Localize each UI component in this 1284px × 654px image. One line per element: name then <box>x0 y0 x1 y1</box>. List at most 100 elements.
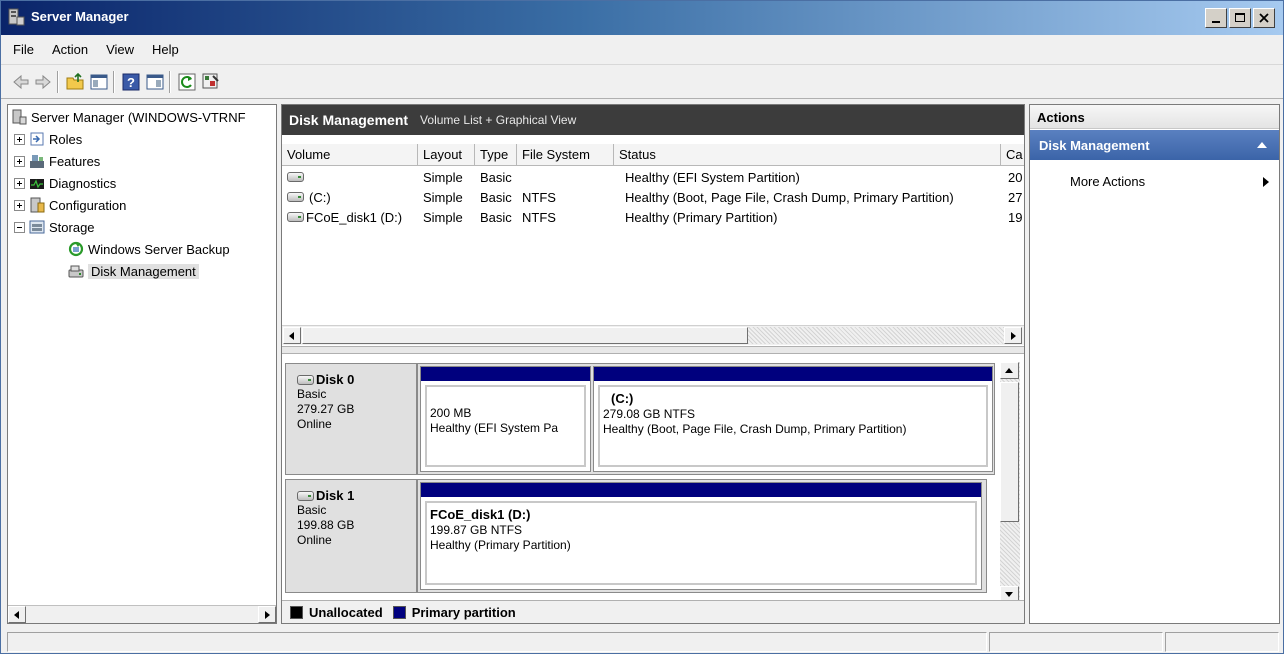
menu-view[interactable]: View <box>106 42 134 57</box>
scroll-left-button[interactable] <box>8 606 26 623</box>
scroll-right-icon <box>1011 332 1016 340</box>
graphical-view: Disk 0 Basic 279.27 GB Online 200 MB Hea… <box>282 354 1024 598</box>
expand-icon[interactable] <box>14 155 25 167</box>
status-cell: Healthy (EFI System Partition) <box>625 169 800 185</box>
volume-name: (C:) <box>309 189 331 205</box>
refresh-icon[interactable] <box>177 72 197 92</box>
center-title: Disk Management <box>289 112 409 128</box>
center-pane: Disk Management Volume List + Graphical … <box>281 104 1025 624</box>
pane-splitter[interactable] <box>282 346 1024 354</box>
menu-file[interactable]: File <box>13 42 34 57</box>
fs-cell: NTFS <box>522 189 556 205</box>
scroll-right-button[interactable] <box>258 606 276 623</box>
volume-cell[interactable]: (C:) <box>287 187 415 207</box>
scroll-thumb[interactable] <box>1000 382 1019 522</box>
column-header-volume[interactable]: Volume <box>282 144 418 166</box>
volume-cell[interactable]: FCoE_disk1 (D:) <box>287 207 418 227</box>
minimize-button[interactable] <box>1205 8 1227 28</box>
disk-0-label[interactable]: Disk 0 Basic 279.27 GB Online <box>285 363 417 475</box>
toolbar-separator <box>113 71 115 93</box>
layout-cell: Simple <box>423 189 463 205</box>
column-header-type[interactable]: Type <box>475 144 517 166</box>
status-bar <box>7 632 1279 652</box>
scroll-track[interactable] <box>748 327 1004 344</box>
column-header-capacity[interactable]: Ca <box>1001 144 1024 166</box>
disk-name-text: Disk 0 <box>316 372 355 387</box>
disk-name-text: Disk 1 <box>316 488 355 503</box>
type-cell: Basic <box>480 189 512 205</box>
partition-name: FCoE_disk1 (D:) <box>430 507 531 522</box>
tree-item-windows-server-backup[interactable]: Windows Server Backup <box>68 239 230 259</box>
actions-section-label: Disk Management <box>1039 138 1150 153</box>
expand-icon[interactable] <box>14 177 25 189</box>
partition-c[interactable]: (C:) 279.08 GB NTFS Healthy (Boot, Page … <box>593 366 993 472</box>
partition-efi[interactable]: 200 MB Healthy (EFI System Pa <box>420 366 591 472</box>
disk-state: Online <box>297 417 332 431</box>
status-panel <box>7 632 987 652</box>
more-actions-item[interactable]: More Actions <box>1030 171 1279 193</box>
layout-cell: Simple <box>423 169 463 185</box>
collapse-icon[interactable] <box>14 221 25 233</box>
volume-list: Volume Layout Type File System Status Ca… <box>282 135 1024 353</box>
expand-icon[interactable] <box>14 133 25 145</box>
tree-item-label: Configuration <box>49 197 127 213</box>
forward-arrow-icon[interactable] <box>33 72 53 92</box>
menu-help[interactable]: Help <box>152 42 179 57</box>
tree-item-features[interactable]: Features <box>14 151 100 171</box>
column-header-status[interactable]: Status <box>614 144 1001 166</box>
show-action-pane-icon[interactable] <box>145 72 165 92</box>
disk-size: 199.88 GB <box>297 518 355 532</box>
tree-item-storage[interactable]: Storage <box>14 217 95 237</box>
drive-icon <box>287 172 304 182</box>
actions-section-disk-management[interactable]: Disk Management <box>1030 130 1279 160</box>
tree-item-diagnostics[interactable]: Diagnostics <box>14 173 116 193</box>
fs-cell <box>522 167 612 187</box>
scroll-up-icon <box>1005 368 1013 373</box>
tree-item-label: Features <box>49 153 101 169</box>
volume-name: FCoE_disk1 (D:) <box>306 209 403 225</box>
partition-details: 200 MB Healthy (EFI System Pa <box>425 385 586 467</box>
show-hide-tree-icon[interactable] <box>89 72 109 92</box>
actions-header: Actions <box>1030 105 1279 129</box>
expand-icon[interactable] <box>14 199 25 211</box>
scroll-left-button[interactable] <box>283 327 301 344</box>
menu-bar: File Action View Help <box>1 35 1283 65</box>
partition-d[interactable]: FCoE_disk1 (D:) 199.87 GB NTFS Healthy (… <box>420 482 982 590</box>
tree-item-label: Diagnostics <box>49 175 117 191</box>
properties-icon[interactable] <box>201 72 221 92</box>
scroll-right-button[interactable] <box>1004 327 1022 344</box>
column-header-file-system[interactable]: File System <box>517 144 614 166</box>
toolbar: ? <box>1 65 1283 99</box>
tree-item-roles[interactable]: Roles <box>14 129 82 149</box>
volume-cell[interactable] <box>287 167 415 187</box>
back-arrow-icon[interactable] <box>11 72 31 92</box>
tree-item-disk-management[interactable]: Disk Management <box>68 261 199 281</box>
server-manager-icon <box>12 109 27 125</box>
tree-item-label: Roles <box>49 131 83 147</box>
partition-size: 279.08 GB NTFS <box>603 407 696 421</box>
menu-action[interactable]: Action <box>52 42 88 57</box>
graphical-view-vertical-scrollbar[interactable] <box>1000 362 1020 603</box>
server-manager-icon <box>8 8 25 26</box>
disk-1-label[interactable]: Disk 1 Basic 199.88 GB Online <box>285 479 417 593</box>
partition-name: (C:) <box>611 391 634 406</box>
maximize-button[interactable] <box>1229 8 1251 28</box>
scroll-up-button[interactable] <box>1000 362 1019 379</box>
collapse-section-icon[interactable] <box>1257 142 1267 148</box>
roles-icon <box>30 132 44 146</box>
up-folder-icon[interactable] <box>65 72 85 92</box>
scroll-thumb[interactable] <box>302 327 748 344</box>
title-bar[interactable]: Server Manager <box>1 1 1283 35</box>
close-button[interactable] <box>1253 8 1275 28</box>
status-panel <box>989 632 1163 652</box>
help-icon[interactable]: ? <box>121 72 141 92</box>
column-header-layout[interactable]: Layout <box>418 144 475 166</box>
tree-item-configuration[interactable]: Configuration <box>14 195 126 215</box>
tree-root[interactable]: Server Manager (WINDOWS-VTRNF <box>11 107 246 127</box>
primary-partition-swatch <box>392 605 406 619</box>
window-title: Server Manager <box>31 9 129 24</box>
tree-root-label: Server Manager (WINDOWS-VTRNF <box>31 109 246 125</box>
volume-list-horizontal-scrollbar[interactable] <box>282 325 1024 345</box>
actions-pane: Actions Disk Management More Actions <box>1029 104 1280 624</box>
tree-horizontal-scrollbar[interactable] <box>8 605 276 623</box>
